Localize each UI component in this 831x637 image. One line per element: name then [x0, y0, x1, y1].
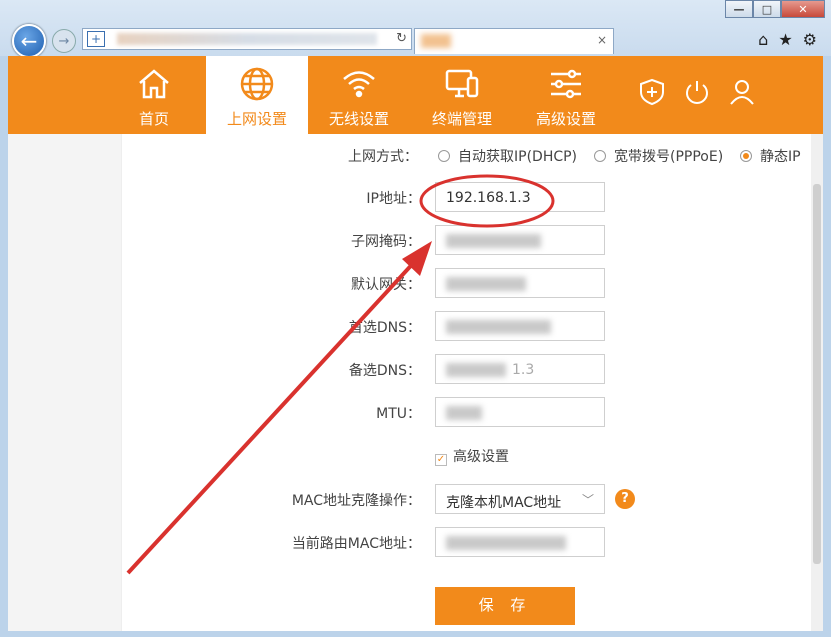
dns2-label: 备选DNS： — [348, 363, 421, 379]
minimize-button[interactable]: — — [725, 0, 753, 18]
address-url-blurred — [117, 33, 377, 45]
browser-tools: ⌂ ★ ⚙ — [758, 30, 817, 49]
wan-mode-row: 上网方式： 自动获取IP(DHCP) 宽带拨号(PPPoE) 静态IP — [258, 140, 818, 170]
dns1-row: 首选DNS： — [256, 311, 421, 341]
mac-clone-row: MAC地址克隆操作： — [256, 484, 421, 514]
current-mac-row: 当前路由MAC地址： — [256, 527, 421, 557]
sliders-icon — [551, 69, 581, 99]
router-admin-page: 首页 上网设置 无线设置 终端管理 高级设置 上网方式： 自动获取IP(DHCP… — [8, 56, 823, 631]
dns2-input[interactable]: 1.3 — [435, 354, 605, 384]
radio-dhcp-label: 自动获取IP(DHCP) — [458, 149, 578, 165]
subnet-label: 子网掩码： — [351, 234, 421, 250]
radio-dhcp-circle[interactable] — [438, 150, 450, 162]
radio-pppoe[interactable]: 宽带拨号(PPPoE) — [594, 146, 723, 166]
address-bar[interactable]: + ↻ — [82, 28, 412, 50]
advanced-checkbox[interactable]: ✓ 高级设置 — [435, 446, 509, 466]
gateway-row: 默认网关： — [256, 268, 421, 298]
mac-clone-selected: 克隆本机MAC地址 — [446, 495, 562, 511]
nav-label-devices: 终端管理 — [431, 110, 492, 128]
save-button[interactable]: 保 存 — [435, 587, 575, 625]
radio-dhcp[interactable]: 自动获取IP(DHCP) — [438, 146, 577, 166]
chevron-down-icon: ﹀ — [581, 493, 594, 507]
dns1-label: 首选DNS： — [348, 320, 421, 336]
power-icon[interactable] — [683, 78, 711, 106]
mtu-value-blurred — [446, 406, 482, 420]
favorites-star-icon[interactable]: ★ — [778, 30, 792, 49]
scrollbar-thumb[interactable] — [813, 184, 821, 564]
subnet-row: 子网掩码： — [256, 225, 421, 255]
radio-static-label: 静态IP — [760, 149, 801, 165]
advanced-checkbox-label: 高级设置 — [453, 449, 509, 465]
home-icon — [139, 69, 169, 99]
ip-input[interactable]: 192.168.1.3 — [435, 182, 605, 212]
advanced-checkbox-row[interactable]: ✓ 高级设置 — [435, 444, 605, 474]
subnet-input[interactable] — [435, 225, 605, 255]
mtu-row: MTU： — [256, 397, 421, 427]
radio-static-circle[interactable] — [740, 150, 752, 162]
gateway-input[interactable] — [435, 268, 605, 298]
wan-mode-label: 上网方式： — [348, 149, 418, 165]
radio-static[interactable]: 静态IP — [740, 146, 801, 166]
nav-label-home: 首页 — [138, 110, 169, 128]
help-icon[interactable]: ? — [615, 489, 635, 509]
window-controls: — □ ✕ — [725, 0, 825, 18]
radio-pppoe-circle[interactable] — [594, 150, 606, 162]
nav-item-advanced[interactable]: 高级设置 — [515, 56, 617, 134]
wifi-icon — [343, 71, 375, 98]
browser-toolbar: — □ ✕ ← → + ↻ × ⌂ ★ ⚙ — [0, 0, 831, 58]
reload-icon[interactable]: ↻ — [396, 31, 407, 46]
subnet-value-blurred — [446, 234, 541, 248]
checkmark-icon[interactable]: ✓ — [435, 454, 447, 466]
dns2-partial-value: 1.3 — [512, 362, 535, 378]
site-security-icon[interactable]: + — [87, 31, 105, 47]
top-nav: 首页 上网设置 无线设置 终端管理 高级设置 — [8, 56, 823, 134]
home-tool-icon[interactable]: ⌂ — [758, 30, 768, 49]
ip-row: IP地址： — [256, 182, 421, 212]
tab-close-icon[interactable]: × — [597, 33, 607, 47]
nav-label-internet: 上网设置 — [226, 110, 287, 128]
browser-tab[interactable]: × — [414, 28, 614, 54]
left-panel — [8, 134, 121, 631]
scrollbar[interactable] — [811, 134, 823, 631]
dns1-value-blurred — [446, 320, 551, 334]
nav-item-devices[interactable]: 终端管理 — [411, 56, 513, 134]
current-mac-input[interactable] — [435, 527, 605, 557]
close-button[interactable]: ✕ — [781, 0, 825, 18]
devices-icon — [445, 69, 479, 98]
dns2-value-blurred — [446, 363, 506, 377]
forward-arrow-icon: → — [58, 33, 70, 49]
ip-label: IP地址： — [366, 191, 421, 207]
nav-item-wireless[interactable]: 无线设置 — [308, 56, 410, 134]
back-button[interactable]: ← — [12, 24, 46, 58]
nav-item-internet[interactable]: 上网设置 — [206, 56, 308, 134]
globe-icon — [240, 67, 274, 101]
radio-pppoe-label: 宽带拨号(PPPoE) — [614, 149, 724, 165]
user-icon[interactable] — [728, 78, 756, 106]
dns2-row: 备选DNS： — [256, 354, 421, 384]
browser-window: — □ ✕ ← → + ↻ × ⌂ ★ ⚙ 首页 上网设置 无线设置 终端管理 … — [0, 0, 831, 637]
tab-favicon-blurred — [421, 34, 451, 48]
current-mac-label: 当前路由MAC地址： — [291, 536, 421, 552]
current-mac-value-blurred — [446, 536, 566, 550]
mac-clone-label: MAC地址克隆操作： — [291, 493, 421, 509]
mtu-label: MTU： — [376, 406, 421, 422]
shield-plus-icon[interactable] — [638, 78, 666, 106]
mtu-input[interactable] — [435, 397, 605, 427]
back-arrow-icon: ← — [20, 29, 38, 53]
forward-button[interactable]: → — [52, 29, 76, 53]
maximize-button[interactable]: □ — [753, 0, 781, 18]
dns1-input[interactable] — [435, 311, 605, 341]
nav-label-wireless: 无线设置 — [328, 110, 389, 128]
mac-clone-select[interactable]: 克隆本机MAC地址 ﹀ — [435, 484, 605, 514]
settings-gear-icon[interactable]: ⚙ — [803, 30, 817, 49]
nav-label-advanced: 高级设置 — [535, 110, 596, 128]
gateway-value-blurred — [446, 277, 526, 291]
gateway-label: 默认网关： — [351, 277, 421, 293]
nav-item-home[interactable]: 首页 — [103, 56, 205, 134]
